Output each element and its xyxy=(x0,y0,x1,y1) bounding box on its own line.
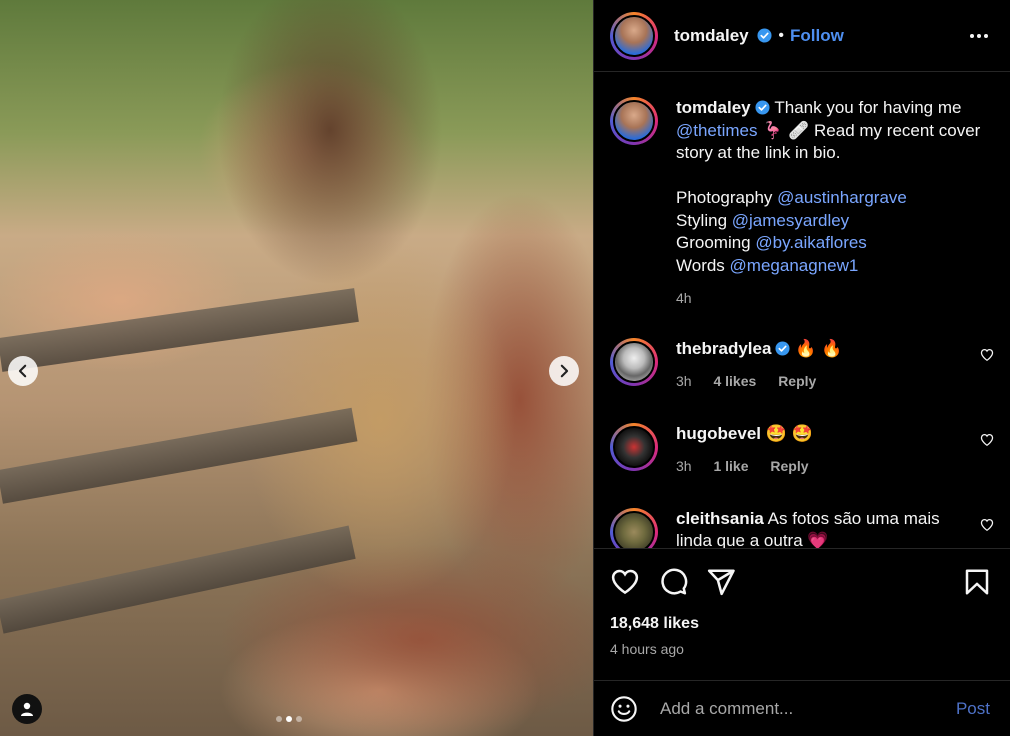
header-username[interactable]: tomdaley xyxy=(674,26,772,46)
post-panel: tomdaley • Follow tomdaley Thank you for… xyxy=(593,0,1010,736)
comment-time: 3h xyxy=(676,458,692,474)
user-icon xyxy=(21,702,33,716)
comment-time: 3h xyxy=(676,373,692,389)
comments-section[interactable]: tomdaley Thank you for having me @thetim… xyxy=(594,73,1010,548)
follow-button[interactable]: Follow xyxy=(790,26,844,46)
post-actions: 18,648 likes 4 hours ago xyxy=(594,548,1010,657)
comment-text: 🔥 🔥 xyxy=(795,338,843,358)
like-comment-icon[interactable] xyxy=(980,433,994,447)
photo-bench-slat xyxy=(0,288,359,372)
mention-link[interactable]: @meganagnew1 xyxy=(730,256,859,275)
verified-badge-icon xyxy=(775,340,790,356)
avatar[interactable] xyxy=(610,507,658,548)
post-header: tomdaley • Follow xyxy=(594,0,1010,72)
post-caption: tomdaley Thank you for having me @thetim… xyxy=(610,73,994,310)
avatar[interactable] xyxy=(610,97,658,145)
comment-item: hugobevel 🤩 🤩 3h 1 like Reply xyxy=(610,422,994,478)
comment-meta: 3h 1 like Reply xyxy=(676,455,976,478)
header-separator: • xyxy=(778,26,784,44)
avatar[interactable] xyxy=(610,422,658,471)
reply-button[interactable]: Reply xyxy=(778,373,816,389)
carousel-next-button[interactable] xyxy=(549,356,579,386)
carousel-prev-button[interactable] xyxy=(8,356,38,386)
likes-count[interactable]: 18,648 likes xyxy=(610,615,994,633)
share-send-icon[interactable] xyxy=(706,567,736,597)
carousel-dot xyxy=(276,716,282,722)
carousel-indicator xyxy=(276,716,302,722)
reply-button[interactable]: Reply xyxy=(770,458,808,474)
chevron-left-icon xyxy=(18,364,27,378)
carousel-dot-active xyxy=(286,716,292,722)
mention-link[interactable]: @thetimes xyxy=(676,121,758,140)
caption-text: Thank you for having me xyxy=(774,98,962,117)
comment-likes[interactable]: 4 likes xyxy=(713,373,756,389)
comment-input[interactable] xyxy=(660,698,946,719)
mention-link[interactable]: @austinhargrave xyxy=(777,188,907,207)
comment-bubble-icon[interactable] xyxy=(658,567,688,597)
comment-text: 🤩 🤩 xyxy=(765,423,813,443)
comment-item: thebradylea 🔥 🔥 3h 4 likes Reply xyxy=(610,337,994,393)
post-timestamp: 4 hours ago xyxy=(610,641,684,657)
like-comment-icon[interactable] xyxy=(980,518,994,532)
verified-badge-icon xyxy=(757,27,772,43)
post-comment-button[interactable]: Post xyxy=(956,699,990,719)
emoji-icon[interactable] xyxy=(610,695,638,723)
comment-item: cleithsania As fotos são uma mais linda … xyxy=(610,507,994,548)
chevron-right-icon xyxy=(560,364,569,378)
carousel-dot xyxy=(296,716,302,722)
credit-label: Photography xyxy=(676,188,773,207)
caption-time: 4h xyxy=(676,290,692,306)
more-options-icon[interactable] xyxy=(970,33,988,38)
photo-bench-slat xyxy=(0,407,358,504)
avatar[interactable] xyxy=(610,337,658,386)
avatar[interactable] xyxy=(610,11,658,60)
caption-username[interactable]: tomdaley xyxy=(676,98,774,117)
comment-meta: 3h 4 likes Reply xyxy=(676,370,976,393)
comment-username[interactable]: thebradylea xyxy=(676,339,795,358)
verified-badge-icon xyxy=(755,100,770,115)
caption-meta: 4h xyxy=(676,287,994,310)
credit-label: Words xyxy=(676,255,725,275)
comment-likes[interactable]: 1 like xyxy=(713,458,748,474)
mention-link[interactable]: @jamesyardley xyxy=(732,211,849,230)
comment-username[interactable]: cleithsania xyxy=(676,509,764,528)
mention-link[interactable]: @by.aikaflores xyxy=(755,233,866,252)
credit-label: Styling xyxy=(676,210,728,230)
like-comment-icon[interactable] xyxy=(980,348,994,362)
photo-bench-slat xyxy=(0,525,356,634)
credit-label: Grooming xyxy=(676,233,751,252)
add-comment-bar: Post xyxy=(594,680,1010,736)
post-photo[interactable] xyxy=(0,0,593,736)
tagged-users-button[interactable] xyxy=(12,694,42,724)
like-heart-icon[interactable] xyxy=(610,567,640,597)
save-bookmark-icon[interactable] xyxy=(962,567,992,597)
comment-username[interactable]: hugobevel xyxy=(676,424,761,443)
